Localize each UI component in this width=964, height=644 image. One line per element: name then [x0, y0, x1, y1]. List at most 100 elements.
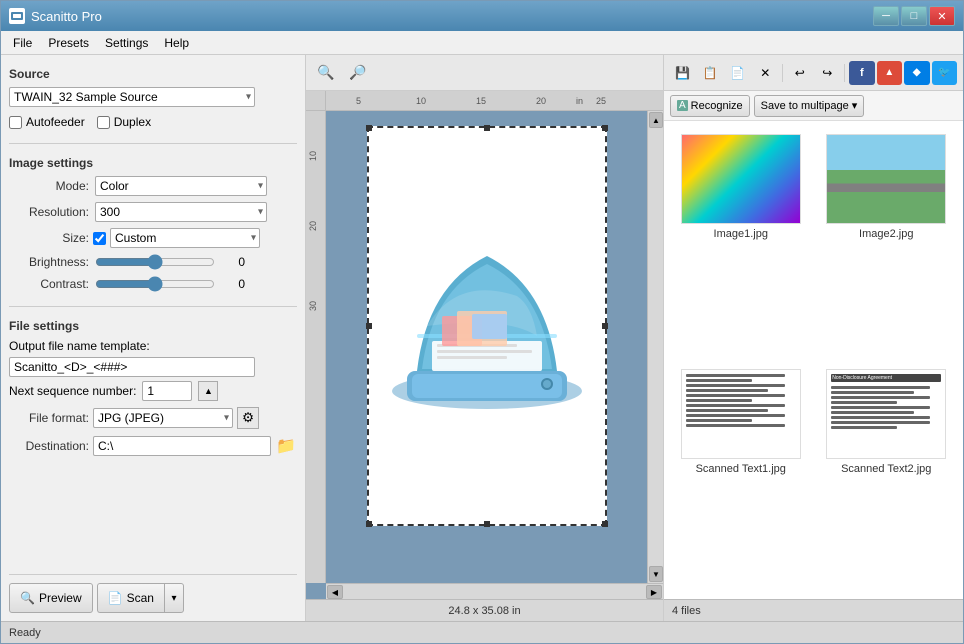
handle-br[interactable]	[602, 521, 608, 527]
minimize-button[interactable]: ─	[873, 6, 899, 26]
scroll-down-button[interactable]: ▼	[649, 566, 663, 582]
scroll-up-button[interactable]: ▲	[649, 112, 663, 128]
scan-dropdown-button[interactable]: ▾	[164, 583, 184, 613]
output-template-input[interactable]	[9, 357, 255, 377]
size-row: Size: Custom A4 Letter Legal	[9, 228, 297, 248]
maximize-button[interactable]: □	[901, 6, 927, 26]
folder-browse-button[interactable]: 📁	[275, 435, 297, 457]
main-content: Source TWAIN_32 Sample Source Autofeeder…	[1, 55, 963, 621]
svg-text:20: 20	[536, 96, 546, 106]
gallery-thumb-2	[826, 134, 946, 224]
gallery-status-bar: 4 files	[664, 599, 963, 621]
scroll-track	[648, 129, 663, 565]
center-panel: 🔍 🔎 5 10 15 20	[306, 55, 663, 621]
seq-increment-button[interactable]: ▲	[198, 381, 218, 401]
format-settings-button[interactable]: ⚙	[237, 407, 259, 429]
menu-settings[interactable]: Settings	[97, 34, 156, 52]
redo-icon: ↪	[822, 66, 832, 80]
gallery-redo-button[interactable]: ↪	[815, 61, 841, 85]
menu-presets[interactable]: Presets	[40, 34, 97, 52]
title-bar-left: Scanitto Pro	[9, 8, 102, 24]
twitter-button[interactable]: 🐦	[932, 61, 957, 85]
duplex-checkbox-label[interactable]: Duplex	[97, 115, 151, 129]
dropbox-icon: ◆	[913, 67, 921, 78]
resolution-label: Resolution:	[9, 205, 89, 219]
output-template-label: Output file name template:	[9, 339, 297, 353]
delete-icon: ✕	[760, 66, 770, 80]
recognize-button[interactable]: A Recognize	[670, 95, 750, 117]
left-panel: Source TWAIN_32 Sample Source Autofeeder…	[1, 55, 306, 621]
save-multipage-button[interactable]: Save to multipage ▾	[754, 95, 865, 117]
gallery-thumb-3	[681, 369, 801, 459]
facebook-button[interactable]: f	[849, 61, 874, 85]
mode-label: Mode:	[9, 179, 89, 193]
mode-select[interactable]: Color Grayscale Black & White	[95, 176, 267, 196]
file-format-select[interactable]: JPG (JPEG) PNG TIFF BMP PDF	[93, 408, 233, 428]
mode-row: Mode: Color Grayscale Black & White	[9, 176, 297, 196]
preview-button[interactable]: 🔍 Preview	[9, 583, 93, 613]
svg-text:15: 15	[476, 96, 486, 106]
autofeeder-checkbox[interactable]	[9, 116, 22, 129]
source-select[interactable]: TWAIN_32 Sample Source	[9, 87, 255, 107]
brightness-slider[interactable]	[95, 254, 215, 270]
handle-lm[interactable]	[366, 323, 372, 329]
scan-doc-icon: 📄	[730, 66, 745, 80]
menu-help[interactable]: Help	[156, 34, 197, 52]
source-label: Source	[9, 67, 297, 81]
horizontal-scrollbar[interactable]: ◀ ▶	[326, 583, 663, 599]
handle-rm[interactable]	[602, 323, 608, 329]
next-seq-label: Next sequence number:	[9, 384, 136, 398]
ocr-icon: A	[677, 100, 688, 111]
autofeeder-duplex-row: Autofeeder Duplex	[9, 115, 297, 129]
duplex-checkbox[interactable]	[97, 116, 110, 129]
gallery-item-2[interactable]: Image2.jpg	[818, 129, 956, 356]
gallery-scan-button[interactable]: 📄	[725, 61, 751, 85]
brightness-row: Brightness: 0	[9, 254, 297, 270]
file-settings-label: File settings	[9, 319, 297, 333]
resolution-select[interactable]: 150 300 600 1200	[95, 202, 267, 222]
gallery-delete-button[interactable]: ✕	[753, 61, 779, 85]
gallery-save-button[interactable]: 💾	[670, 61, 696, 85]
svg-text:20: 20	[308, 221, 318, 231]
scroll-right-button[interactable]: ▶	[646, 585, 662, 599]
scroll-left-button[interactable]: ◀	[327, 585, 343, 599]
vertical-scrollbar[interactable]: ▲ ▼	[647, 111, 663, 583]
menu-bar: File Presets Settings Help	[1, 31, 963, 55]
gallery-name-4: Scanned Text2.jpg	[841, 463, 931, 475]
gallery-copy-button[interactable]: 📋	[698, 61, 724, 85]
close-button[interactable]: ✕	[929, 6, 955, 26]
autofeeder-checkbox-label[interactable]: Autofeeder	[9, 115, 85, 129]
text-thumbnail-2: Non-Disclosure Agreement	[827, 370, 945, 458]
contrast-label: Contrast:	[9, 277, 89, 291]
handle-tl[interactable]	[366, 125, 372, 131]
google-drive-button[interactable]: ▲	[877, 61, 902, 85]
destination-input[interactable]	[93, 436, 271, 456]
size-checkbox[interactable]	[93, 232, 106, 245]
ruler-left: 10 20 30	[306, 111, 326, 583]
gallery-undo-button[interactable]: ↩	[787, 61, 813, 85]
handle-tr[interactable]	[602, 125, 608, 131]
handle-tm[interactable]	[484, 125, 490, 131]
gallery-item-3[interactable]: Scanned Text1.jpg	[672, 364, 810, 591]
gallery-name-3: Scanned Text1.jpg	[696, 463, 786, 475]
zoom-in-button[interactable]: 🔍	[312, 60, 340, 86]
copy-icon: 📋	[703, 66, 718, 80]
gallery-item-1[interactable]: Image1.jpg	[672, 129, 810, 356]
menu-file[interactable]: File	[5, 34, 40, 52]
size-label: Size:	[9, 231, 89, 245]
dropbox-button[interactable]: ◆	[904, 61, 929, 85]
contrast-slider[interactable]	[95, 276, 215, 292]
handle-bm[interactable]	[484, 521, 490, 527]
gallery-item-4[interactable]: Non-Disclosure Agreement Scanne	[818, 364, 956, 591]
scan-button[interactable]: 📄 Scan	[97, 583, 164, 613]
zoom-out-button[interactable]: 🔎	[344, 60, 372, 86]
seq-input[interactable]	[142, 381, 192, 401]
destination-label: Destination:	[9, 439, 89, 453]
svg-text:10: 10	[308, 151, 318, 161]
toolbar-separator-1	[782, 64, 783, 82]
handle-bl[interactable]	[366, 521, 372, 527]
gear-icon: ⚙	[242, 410, 254, 426]
preview-icon: 🔍	[20, 591, 35, 605]
size-select[interactable]: Custom A4 Letter Legal	[110, 228, 260, 248]
gallery-secondary-bar: A Recognize Save to multipage ▾	[664, 91, 963, 121]
